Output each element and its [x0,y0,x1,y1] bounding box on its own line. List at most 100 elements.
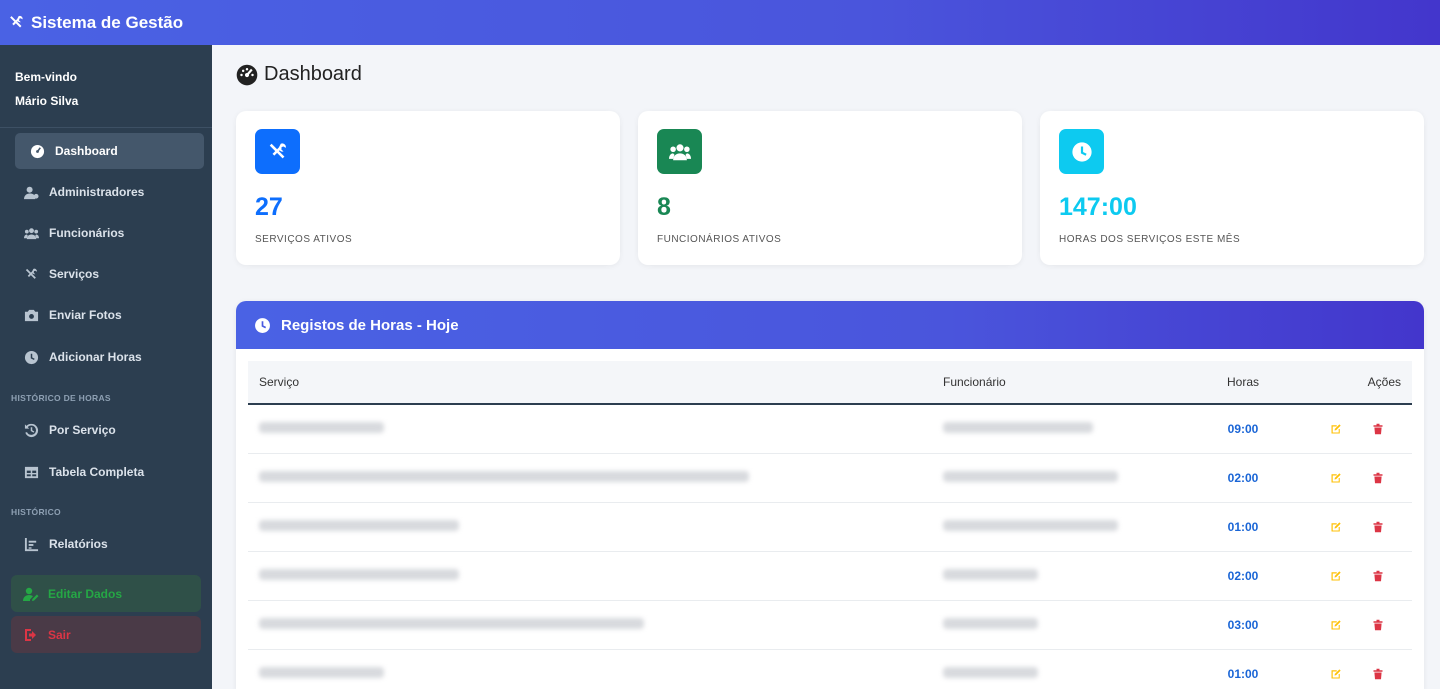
sidebar-item-label: Enviar Fotos [49,308,122,322]
clock-icon [1071,141,1092,162]
panel-header: Registos de Horas - Hoje [236,301,1424,349]
sidebar-item-tabela-completa[interactable]: Tabela Completa [15,454,204,490]
stat-label: HORAS DOS SERVIÇOS ESTE MÊS [1059,234,1241,245]
stat-value: 27 [255,193,283,221]
sidebar-item-label: Relatórios [49,537,108,551]
clock-icon [255,317,270,333]
sidebar-item-dashboard[interactable]: Dashboard [15,133,204,169]
edit-icon[interactable] [1330,423,1342,435]
top-navbar: Sistema de Gestão [0,0,1440,45]
hours-value: 09:00 [1227,421,1259,436]
sidebar-item-relatorios[interactable]: Relatórios [15,526,204,562]
employee-cell [932,502,1184,551]
hours-value: 01:00 [1227,666,1259,681]
employee-cell [932,551,1184,600]
sidebar-item-label: Funcionários [49,226,125,240]
sidebar-item-label: Dashboard [55,144,118,158]
user-name: Mário Silva [15,94,79,108]
edit-data-button[interactable]: Editar Dados [11,575,201,612]
actions-cell [1302,404,1412,453]
section-label-historico: HISTÓRICO [11,507,61,517]
column-header-horas: Horas [1226,375,1259,389]
table-row: 02:00 [248,453,1412,502]
stat-badge [657,129,702,174]
tools-icon [269,142,286,158]
stat-card-funcionarios: 8 FUNCIONÁRIOS ATIVOS [638,111,1022,265]
delete-icon[interactable] [1372,472,1384,484]
history-icon [23,422,39,438]
service-cell [248,502,932,551]
hours-cell: 09:00 [1184,404,1302,453]
hours-cell: 02:00 [1184,551,1302,600]
hours-cell: 02:00 [1184,453,1302,502]
logout-label: Sair [48,627,71,642]
user-edit-icon [23,587,39,601]
users-icon [668,143,691,160]
sidebar-item-enviar-fotos[interactable]: Enviar Fotos [15,297,204,333]
dashboard-icon [236,64,258,85]
section-label-historico-horas: HISTÓRICO DE HORAS [11,393,111,403]
hours-cell: 03:00 [1184,600,1302,649]
hours-panel: Registos de Horas - Hoje Serviço Funcion… [236,301,1424,689]
chart-icon [23,536,39,552]
sidebar-item-label: Serviços [49,267,100,281]
actions-cell [1302,453,1412,502]
brand[interactable]: Sistema de Gestão [8,13,183,33]
table-row: 01:00 [248,649,1412,689]
tools-icon [23,266,39,282]
main-content: Dashboard 27 SERVIÇOS ATIVOS 8 FUNCIONÁR… [212,45,1440,689]
delete-icon[interactable] [1372,570,1384,582]
sidebar-item-funcionarios[interactable]: Funcionários [15,215,204,251]
service-cell [248,551,932,600]
actions-cell [1302,600,1412,649]
hours-cell: 01:00 [1184,649,1302,689]
sidebar-item-label: Adicionar Horas [49,350,142,364]
user-cog-icon [23,184,39,200]
column-header-acoes: Ações [1367,375,1401,389]
welcome-greeting: Bem-vindo [15,70,78,84]
delete-icon[interactable] [1372,521,1384,533]
service-cell [248,453,932,502]
sidebar-item-label: Administradores [49,185,145,199]
actions-cell [1302,502,1412,551]
hours-table: Serviço Funcionário Horas Ações 09:00 02:… [248,361,1412,689]
sidebar-item-administradores[interactable]: Administradores [15,174,204,210]
sign-out-icon [25,628,36,641]
delete-icon[interactable] [1372,668,1384,680]
logout-button[interactable]: Sair [11,616,201,653]
sidebar-item-servicos[interactable]: Serviços [15,256,204,292]
service-cell [248,600,932,649]
table-row: 02:00 [248,551,1412,600]
delete-icon[interactable] [1372,619,1384,631]
users-icon [23,225,39,241]
tools-icon [10,15,23,28]
sidebar-item-label: Por Serviço [49,423,116,437]
column-header-servico: Serviço [259,375,300,389]
delete-icon[interactable] [1372,423,1384,435]
edit-icon[interactable] [1330,521,1342,533]
edit-icon[interactable] [1330,619,1342,631]
employee-cell [932,404,1184,453]
stat-value: 147:00 [1059,193,1137,221]
table-row: 09:00 [248,404,1412,453]
welcome-box: Bem-vindo Mário Silva [0,45,212,128]
actions-cell [1302,551,1412,600]
edit-data-label: Editar Dados [48,586,123,601]
clock-icon [23,349,39,365]
sidebar-item-por-servico[interactable]: Por Serviço [15,412,204,448]
stat-label: SERVIÇOS ATIVOS [255,234,353,245]
sidebar-item-adicionar-horas[interactable]: Adicionar Horas [15,339,204,375]
stat-card-servicos: 27 SERVIÇOS ATIVOS [236,111,620,265]
stat-value: 8 [657,193,671,221]
table-row: 01:00 [248,502,1412,551]
edit-icon[interactable] [1330,570,1342,582]
dashboard-icon [29,143,45,159]
actions-cell [1302,649,1412,689]
employee-cell [932,649,1184,689]
stat-label: FUNCIONÁRIOS ATIVOS [657,234,782,245]
app-title: Sistema de Gestão [31,12,184,32]
edit-icon[interactable] [1330,668,1342,680]
service-cell [248,404,932,453]
edit-icon[interactable] [1330,472,1342,484]
column-header-funcionario: Funcionário [943,375,1006,389]
